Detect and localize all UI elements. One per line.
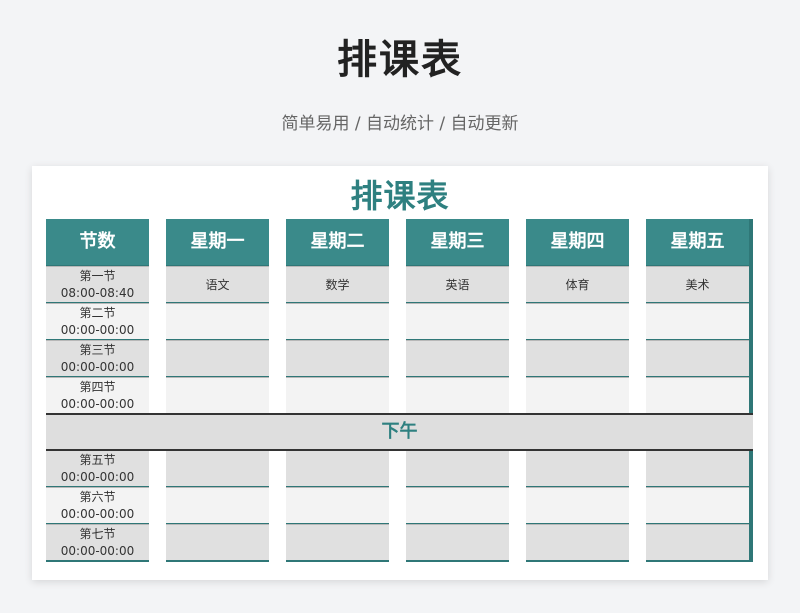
page-title: 排课表 xyxy=(337,37,463,83)
day-header: 星期三 xyxy=(406,219,509,265)
period-time: 00:00-00:00 xyxy=(60,359,135,374)
day-header: 星期四 xyxy=(526,219,629,265)
course-cell[interactable]: 英语 xyxy=(406,266,509,302)
course-cell[interactable] xyxy=(646,303,749,339)
period-time: 00:00-00:00 xyxy=(60,506,135,521)
day-column: 星期五 美术 xyxy=(646,219,749,562)
course-cell[interactable] xyxy=(166,487,269,523)
day-column: 星期二 数学 xyxy=(286,219,389,562)
course-cell[interactable] xyxy=(166,377,269,413)
course-cell[interactable] xyxy=(526,450,629,486)
course-cell[interactable] xyxy=(526,303,629,339)
schedule-card: 排课表 节数第一节 08:00-08:40 第二节 00:00-00:00 第三节 00:… xyxy=(32,166,768,580)
period-cell: 第六节 00:00-00:00 xyxy=(46,487,149,523)
course-cell[interactable] xyxy=(406,340,509,376)
period-time: 08:00-08:40 xyxy=(60,285,135,300)
course-cell[interactable] xyxy=(406,524,509,560)
period-name: 第三节 xyxy=(79,342,116,357)
period-name: 第四节 xyxy=(79,379,116,394)
column-spacer xyxy=(389,219,406,562)
course-cell[interactable] xyxy=(406,450,509,486)
course-cell[interactable] xyxy=(286,303,389,339)
period-cell: 第二节 00:00-00:00 xyxy=(46,303,149,339)
course-cell[interactable] xyxy=(286,450,389,486)
course-cell[interactable] xyxy=(646,377,749,413)
period-time: 00:00-00:00 xyxy=(60,396,135,411)
period-cell: 第四节 00:00-00:00 xyxy=(46,377,149,413)
course-cell[interactable] xyxy=(526,487,629,523)
period-time: 00:00-00:00 xyxy=(60,322,135,337)
period-time: 00:00-00:00 xyxy=(60,469,135,484)
course-cell[interactable] xyxy=(286,487,389,523)
day-header: 星期二 xyxy=(286,219,389,265)
day-header: 星期五 xyxy=(646,219,749,265)
period-header: 节数 xyxy=(46,219,149,265)
course-cell[interactable]: 美术 xyxy=(646,266,749,302)
period-name: 第二节 xyxy=(79,305,116,320)
period-cell: 第一节 08:00-08:40 xyxy=(46,266,149,302)
column-spacer xyxy=(509,219,526,562)
sheet-title: 排课表 xyxy=(350,177,450,215)
schedule-table: 节数第一节 08:00-08:40 第二节 00:00-00:00 第三节 00:00-0… xyxy=(46,219,753,562)
day-header: 星期一 xyxy=(166,219,269,265)
course-cell[interactable] xyxy=(646,340,749,376)
course-cell[interactable] xyxy=(646,487,749,523)
course-cell[interactable] xyxy=(166,303,269,339)
period-cell: 第五节 00:00-00:00 xyxy=(46,450,149,486)
course-cell[interactable] xyxy=(286,377,389,413)
page-subtitle: 简单易用 / 自动统计 / 自动更新 xyxy=(281,114,519,134)
course-cell[interactable] xyxy=(526,377,629,413)
course-cell[interactable] xyxy=(646,450,749,486)
course-cell[interactable]: 语文 xyxy=(166,266,269,302)
column-spacer xyxy=(149,219,166,562)
period-name: 第六节 xyxy=(79,489,116,504)
course-cell[interactable] xyxy=(406,303,509,339)
period-name: 第七节 xyxy=(79,526,116,541)
afternoon-divider: 下午 xyxy=(46,413,753,451)
period-column: 节数第一节 08:00-08:40 第二节 00:00-00:00 第三节 00:00-0… xyxy=(46,219,149,562)
column-spacer xyxy=(269,219,286,562)
period-name: 第五节 xyxy=(79,452,116,467)
course-cell[interactable] xyxy=(166,524,269,560)
period-time: 00:00-00:00 xyxy=(60,543,135,558)
course-cell[interactable] xyxy=(526,524,629,560)
course-cell[interactable]: 数学 xyxy=(286,266,389,302)
column-spacer xyxy=(629,219,646,562)
period-name: 第一节 xyxy=(79,268,116,283)
day-column: 星期一 语文 xyxy=(166,219,269,562)
course-cell[interactable] xyxy=(286,340,389,376)
course-cell[interactable] xyxy=(286,524,389,560)
day-column: 星期三 英语 xyxy=(406,219,509,562)
course-cell[interactable] xyxy=(406,377,509,413)
course-cell[interactable]: 体育 xyxy=(526,266,629,302)
period-cell: 第三节 00:00-00:00 xyxy=(46,340,149,376)
day-column: 星期四 体育 xyxy=(526,219,629,562)
course-cell[interactable] xyxy=(166,450,269,486)
course-cell[interactable] xyxy=(406,487,509,523)
course-cell[interactable] xyxy=(166,340,269,376)
course-cell[interactable] xyxy=(526,340,629,376)
period-cell: 第七节 00:00-00:00 xyxy=(46,524,149,560)
course-cell[interactable] xyxy=(646,524,749,560)
